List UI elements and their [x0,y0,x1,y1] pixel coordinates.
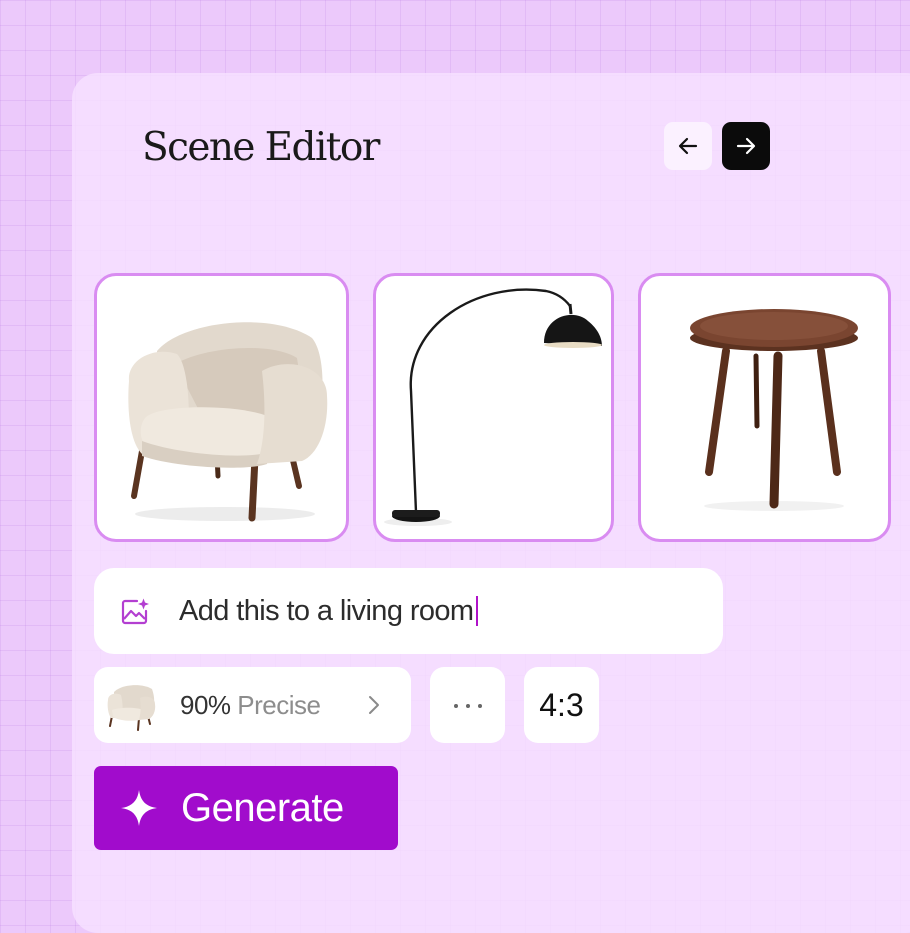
round-side-table-image [690,309,858,511]
previous-button[interactable] [664,122,712,170]
product-card-armchair[interactable] [94,273,349,542]
aspect-ratio-value: 4:3 [539,687,584,723]
page-title: Scene Editor [142,125,380,170]
sparkle-icon [121,790,157,826]
arrow-left-icon [678,137,698,155]
product-card-floor-lamp[interactable] [373,273,614,542]
prompt-text: Add this to a living room [179,595,474,627]
armchair-image [128,322,328,522]
arrow-right-icon [736,137,756,155]
generate-button[interactable]: Generate [94,766,398,850]
chevron-right-icon [369,696,379,714]
precision-mode: Precise [237,690,321,720]
precision-value: 90% [180,690,231,720]
arc-floor-lamp-image [384,288,602,526]
prompt-input[interactable]: Add this to a living room [94,568,723,654]
image-sparkle-icon [121,598,149,625]
next-button[interactable] [722,122,770,170]
armchair-thumbnail [107,685,156,731]
ellipsis-icon [454,704,482,708]
generate-label: Generate [181,786,344,830]
aspect-ratio-selector[interactable]: 4:3 [524,667,599,743]
product-card-side-table[interactable] [638,273,891,542]
text-caret [475,596,478,626]
